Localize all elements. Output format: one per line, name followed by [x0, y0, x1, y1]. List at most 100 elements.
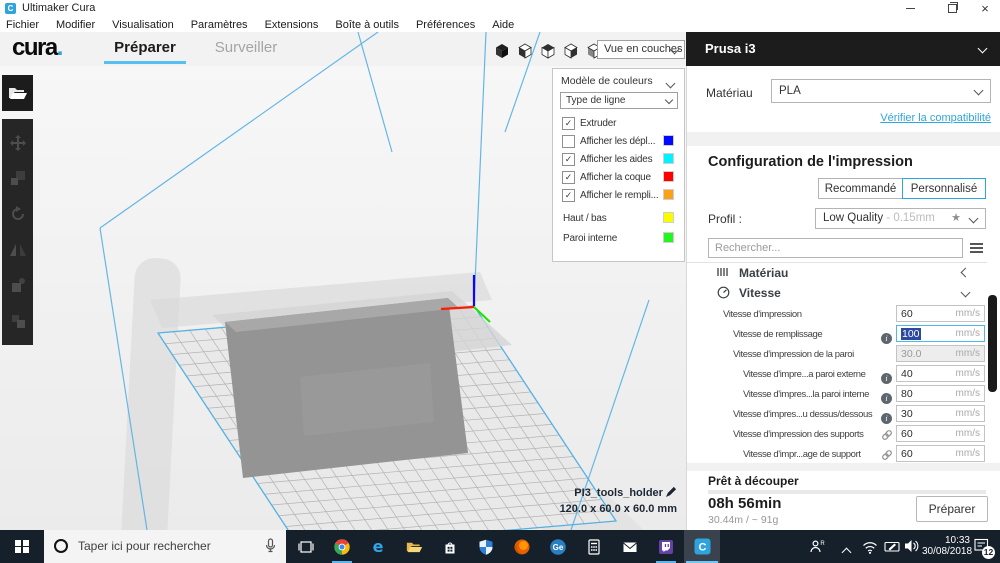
show-shell-checkbox[interactable]: ✓ [562, 171, 575, 184]
settings-menu-icon[interactable] [970, 243, 983, 255]
file-explorer-icon [406, 540, 423, 554]
setting-value-field[interactable]: 100mm/s [896, 325, 985, 342]
taskbar-app-store[interactable] [432, 530, 468, 563]
mirror-tool-button[interactable] [9, 241, 27, 259]
store-icon [442, 539, 458, 555]
menu-modifier[interactable]: Modifier [56, 19, 95, 31]
setting-row: Vitesse de remplissage i 100mm/s [687, 325, 987, 345]
pen-input-icon[interactable] [884, 539, 901, 559]
info-icon[interactable]: i [881, 408, 893, 420]
info-icon[interactable]: i [881, 368, 893, 380]
notification-badge: 12 [982, 546, 995, 559]
star-icon[interactable]: ★ [951, 209, 961, 228]
setting-row: Vitesse d'impression de la paroi 30.0mm/… [687, 345, 987, 365]
cura-taskbar-icon: C [694, 538, 711, 555]
start-button[interactable] [0, 530, 44, 563]
section-materiau[interactable]: Matériau [687, 262, 987, 283]
speaker-icon[interactable] [904, 539, 919, 558]
view-mode-dropdown[interactable]: Vue en couches [597, 40, 685, 59]
setting-value-field[interactable]: 30.0mm/s [896, 345, 985, 362]
view-top-icon[interactable] [540, 43, 556, 59]
shell-color-swatch [663, 171, 674, 182]
taskbar-app-edge[interactable]: e [360, 530, 396, 563]
tab-preparer[interactable]: Préparer [104, 39, 186, 56]
prepare-button[interactable]: Préparer [916, 496, 988, 522]
action-center-icon[interactable]: 12 [974, 538, 996, 558]
machine-selector[interactable]: Prusa i3 [686, 32, 1000, 66]
view-3d-icon[interactable] [494, 43, 510, 59]
setting-value-field[interactable]: 60mm/s [896, 425, 985, 442]
menu-visualisation[interactable]: Visualisation [112, 19, 174, 31]
per-model-settings-button[interactable] [9, 276, 27, 294]
taskbar-app-mail[interactable] [612, 530, 648, 563]
check-compatibility-link[interactable]: Vérifier la compatibilité [807, 112, 991, 124]
show-infill-checkbox[interactable]: ✓ [562, 189, 575, 202]
menu-fichier[interactable]: Fichier [6, 19, 39, 31]
menu-preferences[interactable]: Préférences [416, 19, 475, 31]
setting-row: Vitesse d'impres...la paroi interne i 80… [687, 385, 987, 405]
print-settings-panel: Matériau PLA Vérifier la compatibilité C… [686, 66, 1000, 530]
setting-value-field[interactable]: 60mm/s [896, 445, 985, 462]
taskbar-app-file-explorer[interactable] [396, 530, 432, 563]
menu-bar: Fichier Modifier Visualisation Paramètre… [0, 17, 1000, 32]
taskbar-app-twitch[interactable] [648, 530, 684, 563]
menu-aide[interactable]: Aide [492, 19, 514, 31]
move-tool-button[interactable] [9, 134, 27, 152]
profile-label: Profil : [708, 212, 742, 226]
view-front-icon[interactable] [517, 43, 533, 59]
menu-extensions[interactable]: Extensions [265, 19, 319, 31]
setting-value-field[interactable]: 40mm/s [896, 365, 985, 382]
settings-search-input[interactable] [708, 238, 963, 258]
edit-tools-toolbar [2, 119, 33, 345]
taskbar-app-defender[interactable] [468, 530, 504, 563]
menu-boite-a-outils[interactable]: Boîte à outils [335, 19, 399, 31]
recommended-mode-button[interactable]: Recommandé [818, 178, 903, 199]
mail-icon [622, 539, 638, 555]
tab-surveiller[interactable]: Surveiller [208, 39, 284, 56]
minimize-button[interactable] [893, 0, 927, 17]
view-left-icon[interactable] [563, 43, 579, 59]
taskbar-app-cura[interactable]: C [684, 530, 720, 563]
link-icon[interactable] [881, 428, 893, 440]
microphone-icon[interactable] [264, 538, 277, 554]
scale-tool-button[interactable] [9, 169, 27, 187]
people-icon[interactable]: R [810, 539, 826, 559]
open-file-button[interactable] [2, 75, 33, 111]
chevron-up-icon[interactable] [843, 543, 850, 561]
chevron-down-icon[interactable] [666, 79, 676, 89]
mirror-icon [10, 242, 26, 258]
info-icon[interactable]: i [881, 388, 893, 400]
taskbar-search[interactable]: Taper ici pour rechercher [44, 530, 286, 563]
edit-pencil-icon[interactable] [666, 486, 677, 497]
taskbar-app-firefox[interactable] [504, 530, 540, 563]
taskbar-app-chrome[interactable] [324, 530, 360, 563]
section-vitesse[interactable]: Vitesse [687, 283, 987, 303]
per-model-settings-icon [10, 277, 26, 293]
info-icon[interactable]: i [881, 328, 893, 340]
taskbar-app-geforce[interactable]: Ge [540, 530, 576, 563]
show-helpers-checkbox[interactable]: ✓ [562, 153, 575, 166]
rotate-tool-button[interactable] [9, 205, 27, 223]
chrome-icon [334, 539, 350, 555]
close-button[interactable]: × [968, 0, 1000, 17]
restore-button[interactable] [935, 0, 969, 17]
material-dropdown[interactable]: PLA [771, 79, 991, 103]
model-name[interactable]: PI3_tools_holder [545, 486, 677, 499]
custom-mode-button[interactable]: Personnalisé [902, 178, 986, 199]
setting-value-field[interactable]: 80mm/s [896, 385, 985, 402]
line-type-dropdown[interactable]: Type de ligne [560, 92, 678, 109]
setting-value-field[interactable]: 30mm/s [896, 405, 985, 422]
support-blocker-button[interactable] [9, 312, 27, 330]
profile-dropdown[interactable]: Low Quality - 0.15mm ★ [815, 208, 986, 229]
wifi-icon[interactable] [862, 539, 878, 560]
chevron-down-icon [961, 288, 971, 298]
show-travels-checkbox[interactable] [562, 135, 575, 148]
tray-clock[interactable]: 10:33 30/08/2018 [922, 535, 970, 557]
settings-scrollbar[interactable] [988, 295, 997, 392]
setting-value-field[interactable]: 60mm/s [896, 305, 985, 322]
extruder-checkbox[interactable]: ✓ [562, 117, 575, 130]
task-view-button[interactable] [288, 530, 324, 563]
link-icon[interactable] [881, 448, 893, 460]
taskbar-app-calculator[interactable] [576, 530, 612, 563]
menu-parametres[interactable]: Paramètres [191, 19, 248, 31]
